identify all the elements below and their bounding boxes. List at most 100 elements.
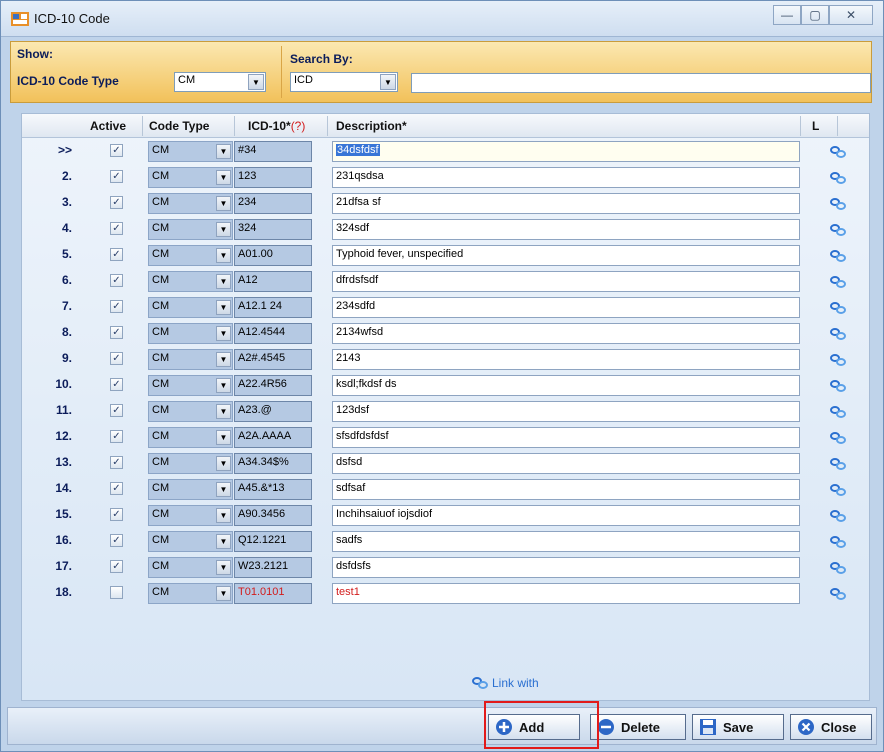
code-type-cell[interactable]: CM ▼ <box>148 453 233 474</box>
link-icon[interactable] <box>830 561 846 575</box>
table-row[interactable]: 4. ✓ CM ▼ 324 324sdf <box>22 216 869 242</box>
chevron-down-icon[interactable]: ▼ <box>216 404 231 419</box>
icd-code-field[interactable]: A90.3456 <box>234 505 312 526</box>
description-field[interactable]: Inchihsaiuof iojsdiof <box>332 505 800 526</box>
code-type-cell[interactable]: CM ▼ <box>148 531 233 552</box>
code-type-cell[interactable]: CM ▼ <box>148 167 233 188</box>
description-field[interactable]: ksdl;fkdsf ds <box>332 375 800 396</box>
table-row[interactable]: 18. CM ▼ T01.0101 test1 <box>22 580 869 606</box>
link-icon[interactable] <box>830 379 846 393</box>
code-type-cell[interactable]: CM ▼ <box>148 297 233 318</box>
link-icon[interactable] <box>830 587 846 601</box>
code-type-cell[interactable]: CM ▼ <box>148 349 233 370</box>
link-icon[interactable] <box>830 145 846 159</box>
chevron-down-icon[interactable]: ▼ <box>248 74 264 90</box>
active-checkbox[interactable]: ✓ <box>110 378 123 391</box>
icd-code-field[interactable]: A01.00 <box>234 245 312 266</box>
description-field[interactable]: dfrdsfsdf <box>332 271 800 292</box>
active-checkbox[interactable]: ✓ <box>110 196 123 209</box>
active-checkbox[interactable]: ✓ <box>110 482 123 495</box>
active-checkbox[interactable]: ✓ <box>110 560 123 573</box>
chevron-down-icon[interactable]: ▼ <box>216 300 231 315</box>
link-icon[interactable] <box>830 171 846 185</box>
code-type-cell[interactable]: CM ▼ <box>148 271 233 292</box>
link-icon[interactable] <box>830 405 846 419</box>
link-icon[interactable] <box>830 327 846 341</box>
description-field[interactable]: dsfdsfs <box>332 557 800 578</box>
code-type-cell[interactable]: CM ▼ <box>148 401 233 422</box>
link-icon[interactable] <box>830 431 846 445</box>
description-field[interactable]: 34dsfdsf <box>332 141 800 162</box>
link-icon[interactable] <box>830 457 846 471</box>
description-field[interactable]: 324sdf <box>332 219 800 240</box>
code-type-cell[interactable]: CM ▼ <box>148 505 233 526</box>
icd-code-field[interactable]: 123 <box>234 167 312 188</box>
maximize-button[interactable]: ▢ <box>801 5 829 25</box>
link-icon[interactable] <box>830 535 846 549</box>
add-button[interactable]: Add <box>488 714 580 740</box>
link-icon[interactable] <box>830 353 846 367</box>
chevron-down-icon[interactable]: ▼ <box>216 274 231 289</box>
minimize-button[interactable]: — <box>773 5 801 25</box>
code-type-cell[interactable]: CM ▼ <box>148 375 233 396</box>
code-type-cell[interactable]: CM ▼ <box>148 245 233 266</box>
active-checkbox[interactable]: ✓ <box>110 352 123 365</box>
active-checkbox[interactable]: ✓ <box>110 300 123 313</box>
active-checkbox[interactable]: ✓ <box>110 222 123 235</box>
chevron-down-icon[interactable]: ▼ <box>380 74 396 90</box>
description-field[interactable]: sfsdfdsfdsf <box>332 427 800 448</box>
code-type-select[interactable]: CM ▼ <box>174 72 266 92</box>
help-icon[interactable]: (?) <box>291 119 306 133</box>
table-row[interactable]: 17. ✓ CM ▼ W23.2121 dsfdsfs <box>22 554 869 580</box>
active-checkbox[interactable]: ✓ <box>110 456 123 469</box>
chevron-down-icon[interactable]: ▼ <box>216 482 231 497</box>
code-type-cell[interactable]: CM ▼ <box>148 141 233 162</box>
table-row[interactable]: 14. ✓ CM ▼ A45.&*13 sdfsaf <box>22 476 869 502</box>
delete-button[interactable]: Delete <box>590 714 686 740</box>
icd-code-field[interactable]: T01.0101 <box>234 583 312 604</box>
link-icon[interactable] <box>830 509 846 523</box>
active-checkbox[interactable] <box>110 586 123 599</box>
icd-code-field[interactable]: A12 <box>234 271 312 292</box>
chevron-down-icon[interactable]: ▼ <box>216 586 231 601</box>
table-row[interactable]: 13. ✓ CM ▼ A34.34$% dsfsd <box>22 450 869 476</box>
table-row[interactable]: 9. ✓ CM ▼ A2#.4545 2143 <box>22 346 869 372</box>
table-row[interactable]: 12. ✓ CM ▼ A2A.AAAA sfsdfdsfdsf <box>22 424 869 450</box>
chevron-down-icon[interactable]: ▼ <box>216 378 231 393</box>
table-row[interactable]: 7. ✓ CM ▼ A12.1 24 234sdfd <box>22 294 869 320</box>
link-icon[interactable] <box>830 483 846 497</box>
description-field[interactable]: 21dfsa sf <box>332 193 800 214</box>
icd-code-field[interactable]: A45.&*13 <box>234 479 312 500</box>
active-checkbox[interactable]: ✓ <box>110 170 123 183</box>
icd-code-field[interactable]: A2A.AAAA <box>234 427 312 448</box>
active-checkbox[interactable]: ✓ <box>110 508 123 521</box>
description-field[interactable]: sdfsaf <box>332 479 800 500</box>
icd-code-field[interactable]: 234 <box>234 193 312 214</box>
code-type-cell[interactable]: CM ▼ <box>148 323 233 344</box>
chevron-down-icon[interactable]: ▼ <box>216 196 231 211</box>
close-button[interactable]: Close <box>790 714 872 740</box>
description-field[interactable]: test1 <box>332 583 800 604</box>
active-checkbox[interactable]: ✓ <box>110 248 123 261</box>
table-row[interactable]: 5. ✓ CM ▼ A01.00 Typhoid fever, unspecified <box>22 242 869 268</box>
close-window-button[interactable]: ✕ <box>829 5 873 25</box>
icd-code-field[interactable]: A12.4544 <box>234 323 312 344</box>
table-row[interactable]: 2. ✓ CM ▼ 123 231qsdsa <box>22 164 869 190</box>
link-icon[interactable] <box>830 275 846 289</box>
chevron-down-icon[interactable]: ▼ <box>216 326 231 341</box>
icd-code-field[interactable]: W23.2121 <box>234 557 312 578</box>
description-field[interactable]: 2143 <box>332 349 800 370</box>
active-checkbox[interactable]: ✓ <box>110 430 123 443</box>
code-type-cell[interactable]: CM ▼ <box>148 193 233 214</box>
link-icon[interactable] <box>830 301 846 315</box>
code-type-cell[interactable]: CM ▼ <box>148 427 233 448</box>
table-row[interactable]: 11. ✓ CM ▼ A23.@ 123dsf <box>22 398 869 424</box>
active-checkbox[interactable]: ✓ <box>110 534 123 547</box>
description-field[interactable]: 231qsdsa <box>332 167 800 188</box>
search-by-select[interactable]: ICD ▼ <box>290 72 398 92</box>
icd-code-field[interactable]: A12.1 24 <box>234 297 312 318</box>
save-button[interactable]: Save <box>692 714 784 740</box>
chevron-down-icon[interactable]: ▼ <box>216 248 231 263</box>
table-row[interactable]: 15. ✓ CM ▼ A90.3456 Inchihsaiuof iojsdiof <box>22 502 869 528</box>
chevron-down-icon[interactable]: ▼ <box>216 430 231 445</box>
